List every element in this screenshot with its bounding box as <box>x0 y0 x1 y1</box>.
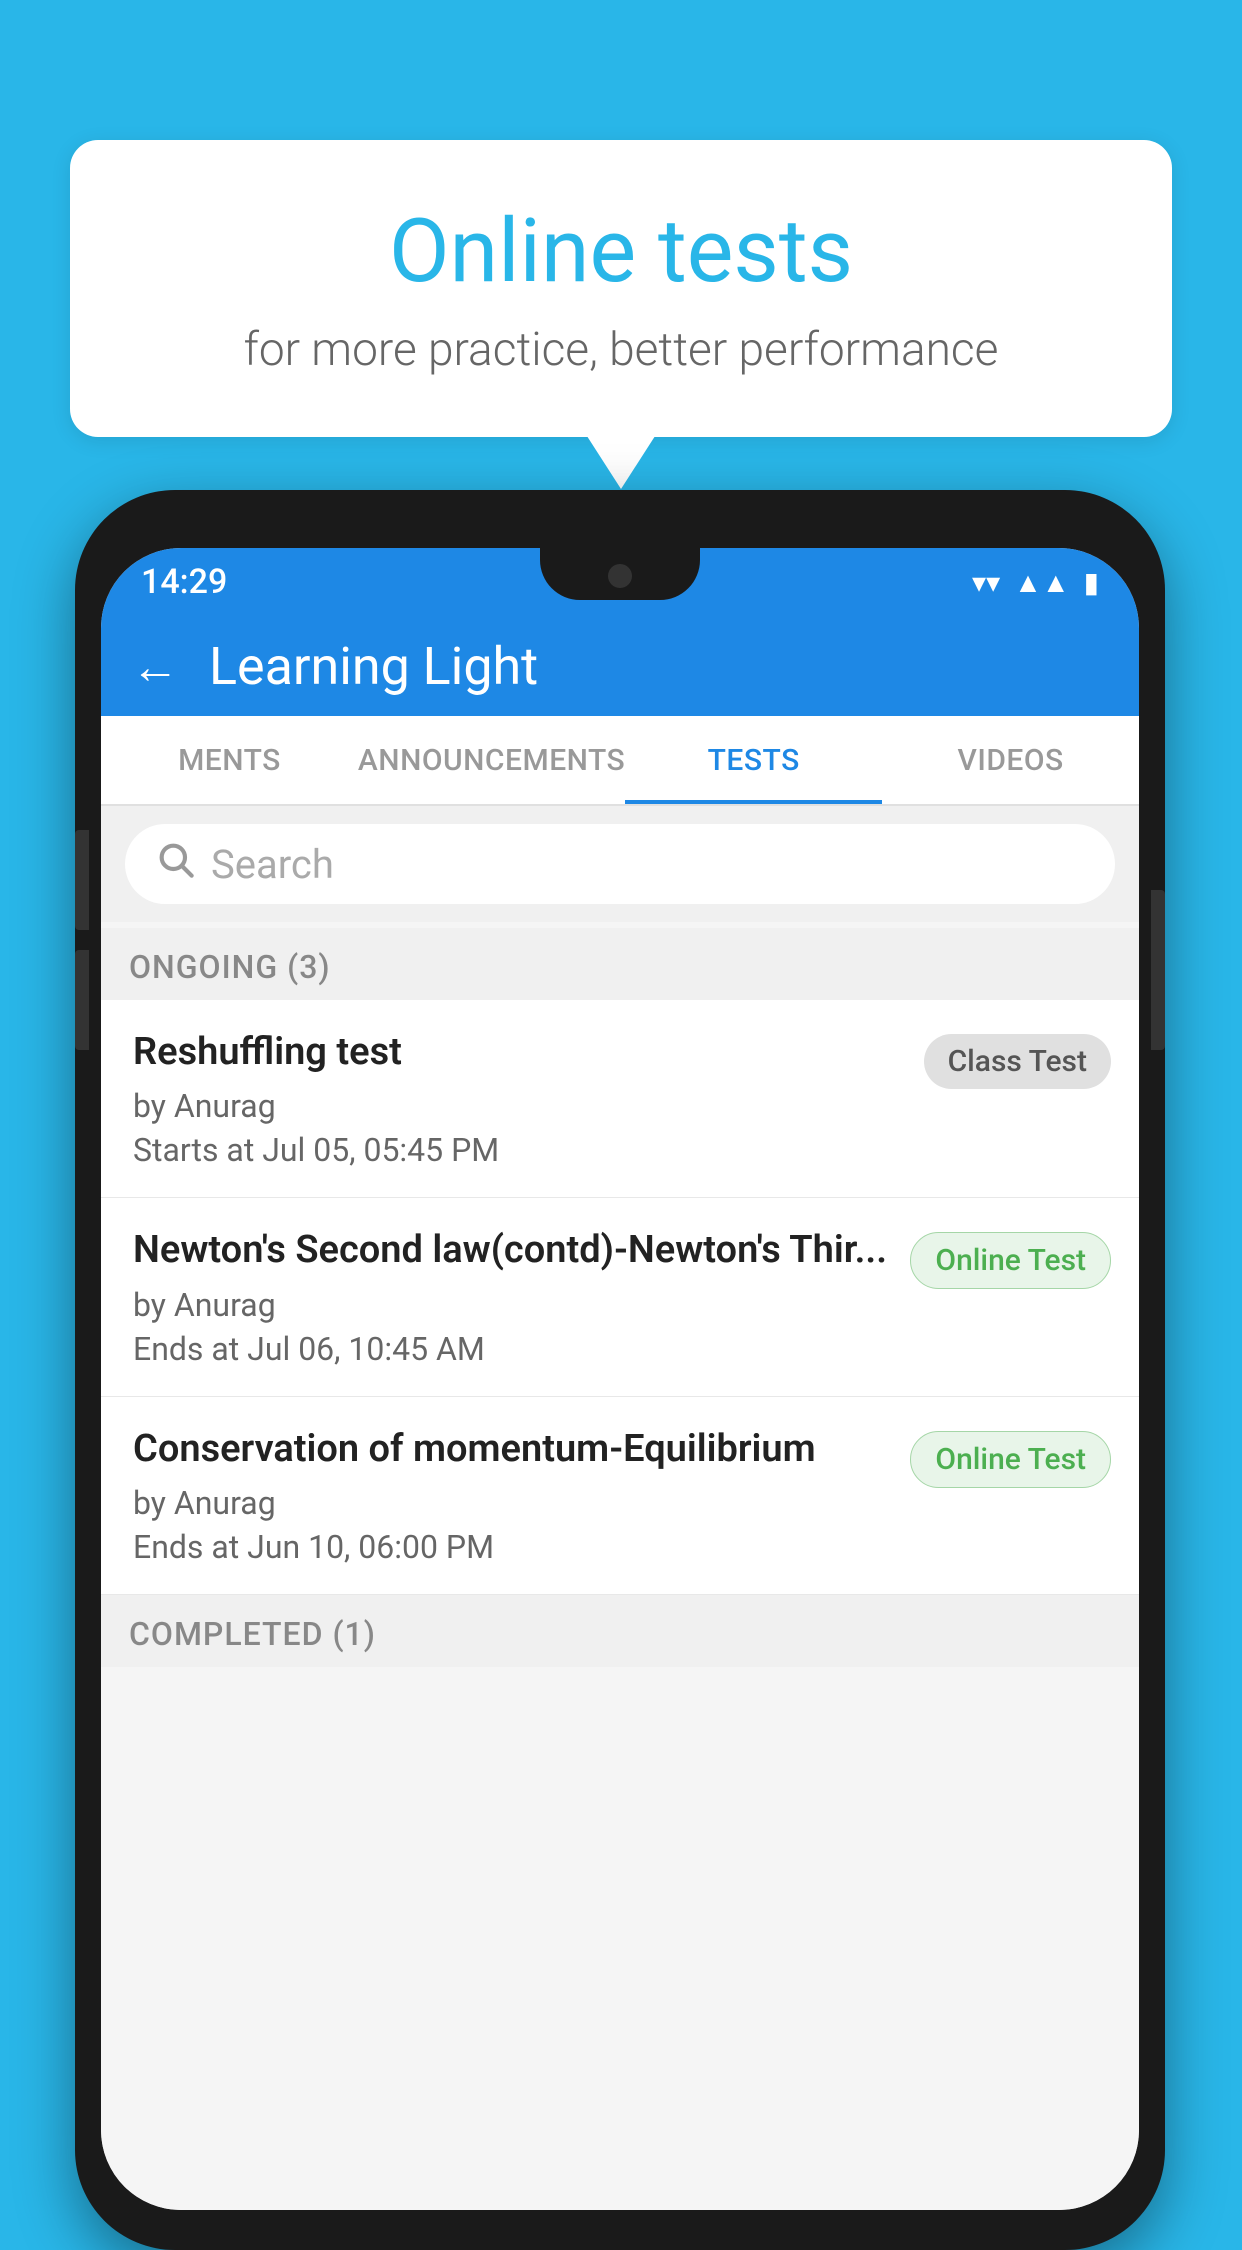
camera <box>608 564 632 588</box>
test-time-newton: Ends at Jul 06, 10:45 AM <box>133 1330 890 1368</box>
search-input[interactable]: Search <box>211 841 334 888</box>
tab-tests[interactable]: TESTS <box>625 716 882 804</box>
back-button[interactable]: ← <box>131 638 179 695</box>
badge-online-test-conservation: Online Test <box>910 1431 1111 1488</box>
completed-section-header: COMPLETED (1) <box>101 1595 1139 1667</box>
app-bar: ← Learning Light <box>101 616 1139 716</box>
completed-label: COMPLETED (1) <box>129 1615 376 1653</box>
test-info-reshuffling: Reshuffling test by Anurag Starts at Jul… <box>133 1028 924 1169</box>
test-item-conservation[interactable]: Conservation of momentum-Equilibrium by … <box>101 1397 1139 1595</box>
search-bar[interactable]: Search <box>125 824 1115 904</box>
power-button[interactable] <box>1151 890 1165 1050</box>
test-title-reshuffling: Reshuffling test <box>133 1028 904 1077</box>
test-time-reshuffling: Starts at Jul 05, 05:45 PM <box>133 1131 904 1169</box>
speech-bubble: Online tests for more practice, better p… <box>70 140 1172 437</box>
search-icon <box>155 839 195 889</box>
test-author-reshuffling: by Anurag <box>133 1087 904 1125</box>
ongoing-section-header: ONGOING (3) <box>101 928 1139 1000</box>
tabs-bar: MENTS ANNOUNCEMENTS TESTS VIDEOS <box>101 716 1139 806</box>
volume-up-button[interactable] <box>75 830 89 930</box>
test-info-conservation: Conservation of momentum-Equilibrium by … <box>133 1425 910 1566</box>
content-area: ONGOING (3) Reshuffling test by Anurag S… <box>101 928 1139 2210</box>
status-time: 14:29 <box>141 562 227 602</box>
test-info-newton: Newton's Second law(contd)-Newton's Thir… <box>133 1226 910 1367</box>
test-title-newton: Newton's Second law(contd)-Newton's Thir… <box>133 1226 890 1275</box>
badge-class-test: Class Test <box>924 1034 1111 1089</box>
test-title-conservation: Conservation of momentum-Equilibrium <box>133 1425 890 1474</box>
bubble-subtitle: for more practice, better performance <box>150 323 1092 377</box>
wifi-icon: ▾▾ <box>972 566 1000 599</box>
ongoing-label: ONGOING (3) <box>129 948 331 986</box>
phone-frame: 14:29 ▾▾ ▲▲ ▮ ← Learning Light MENTS ANN… <box>75 490 1165 2250</box>
test-item-reshuffling[interactable]: Reshuffling test by Anurag Starts at Jul… <box>101 1000 1139 1198</box>
search-container: Search <box>101 806 1139 922</box>
test-author-newton: by Anurag <box>133 1286 890 1324</box>
signal-icon: ▲▲ <box>1014 566 1069 599</box>
tab-ments[interactable]: MENTS <box>101 716 358 804</box>
status-icons: ▾▾ ▲▲ ▮ <box>972 566 1099 599</box>
battery-icon: ▮ <box>1084 566 1099 599</box>
test-item-newton[interactable]: Newton's Second law(contd)-Newton's Thir… <box>101 1198 1139 1396</box>
volume-down-button[interactable] <box>75 950 89 1050</box>
notch <box>540 548 700 600</box>
tab-announcements[interactable]: ANNOUNCEMENTS <box>358 716 625 804</box>
bubble-title: Online tests <box>150 200 1092 303</box>
phone-screen: 14:29 ▾▾ ▲▲ ▮ ← Learning Light MENTS ANN… <box>101 548 1139 2210</box>
test-time-conservation: Ends at Jun 10, 06:00 PM <box>133 1528 890 1566</box>
badge-online-test-newton: Online Test <box>910 1232 1111 1289</box>
test-author-conservation: by Anurag <box>133 1484 890 1522</box>
app-title: Learning Light <box>209 636 538 697</box>
speech-bubble-container: Online tests for more practice, better p… <box>70 140 1172 437</box>
tab-videos[interactable]: VIDEOS <box>882 716 1139 804</box>
